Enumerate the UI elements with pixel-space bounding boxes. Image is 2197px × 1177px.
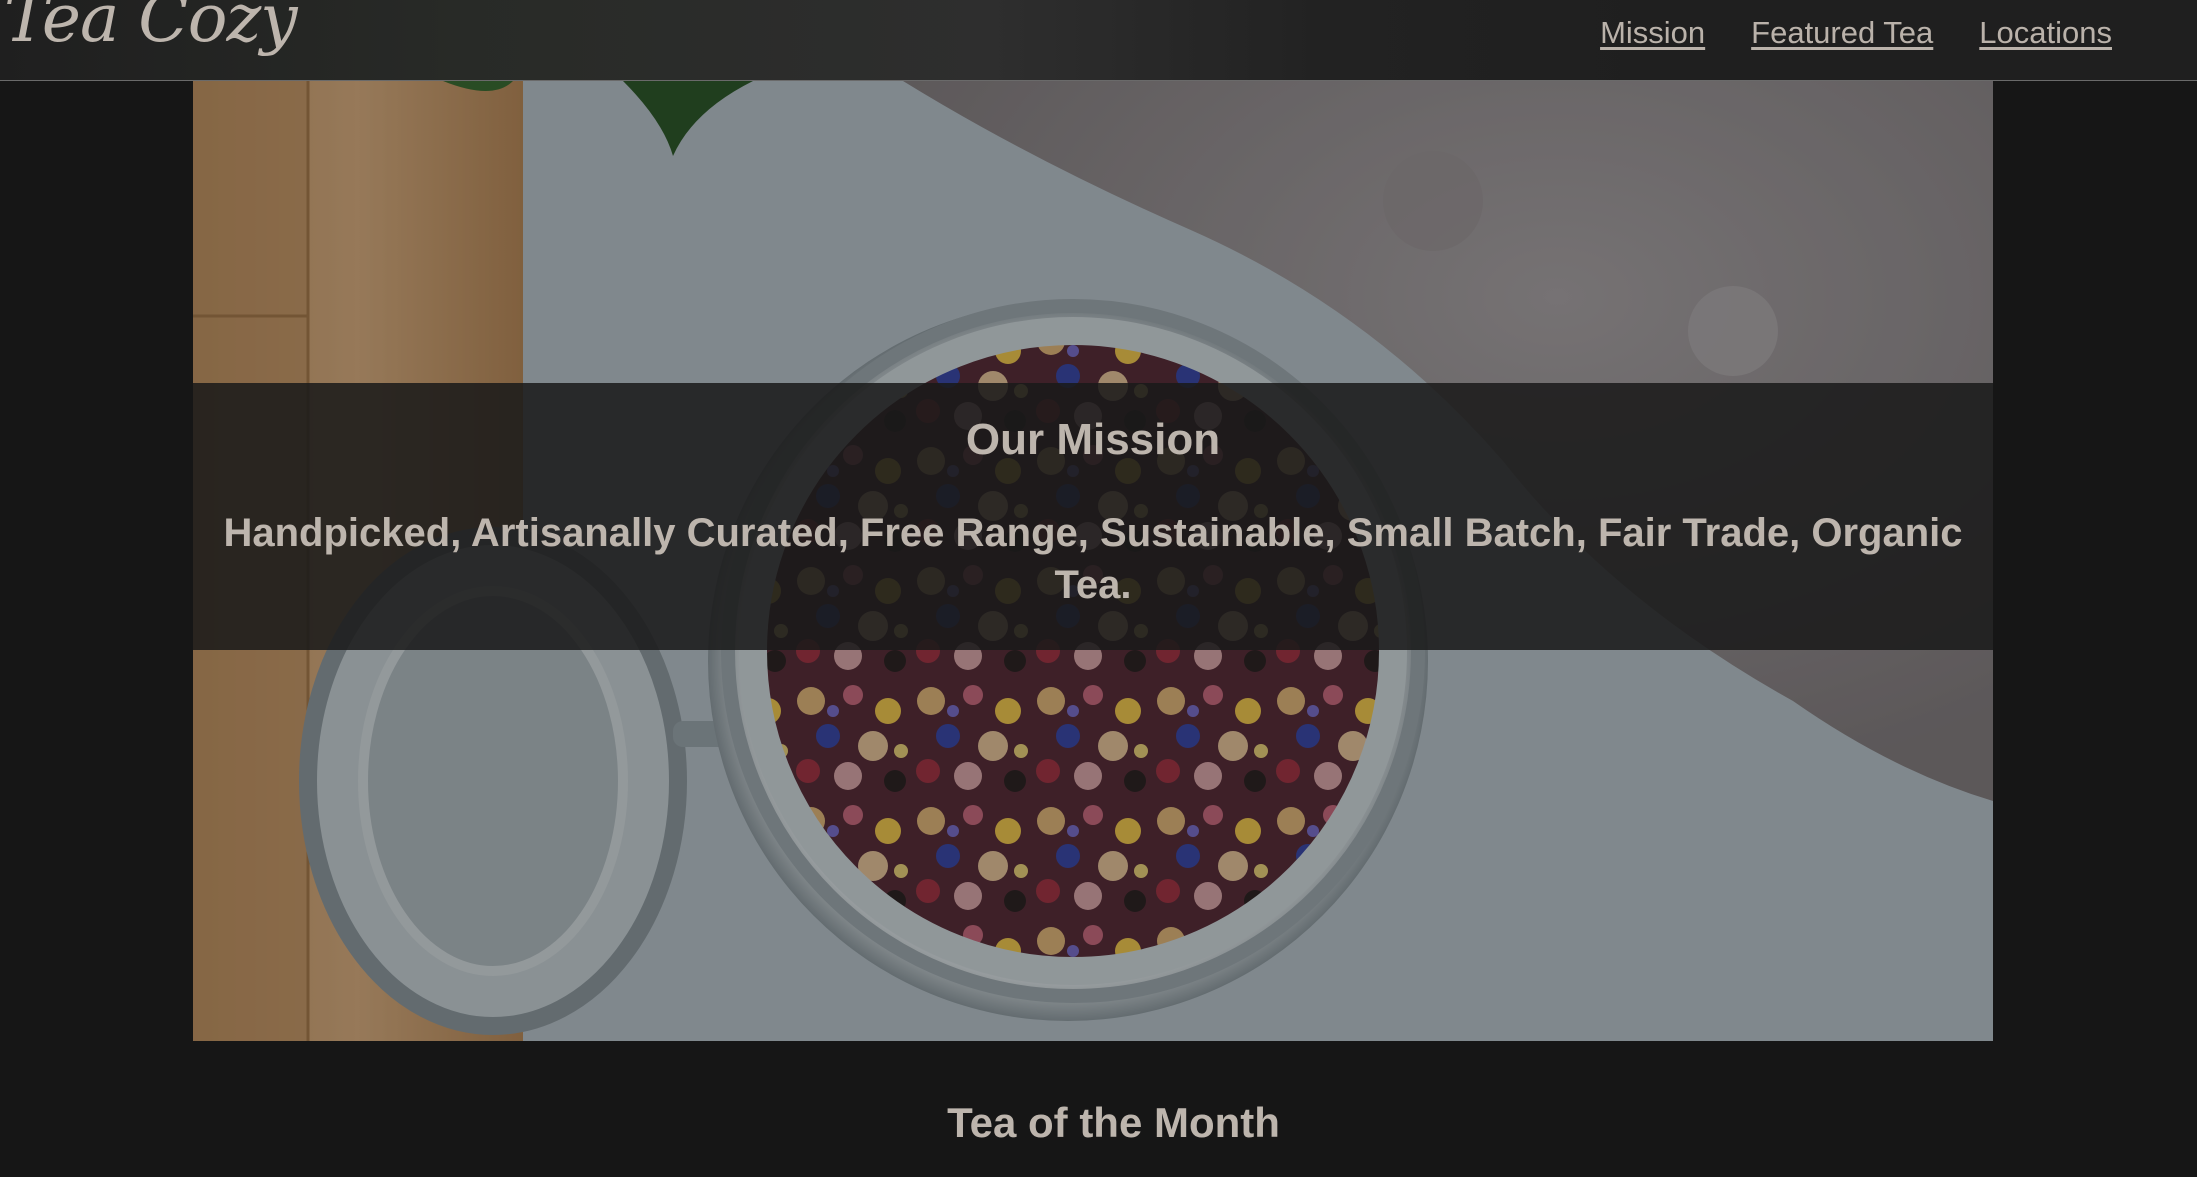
- mission-statement: Handpicked, Artisanally Curated, Free Ra…: [223, 511, 1963, 608]
- nav-link-featured-tea[interactable]: Featured Tea: [1751, 15, 1933, 51]
- site-logo[interactable]: Tea Cozy: [4, 0, 298, 52]
- mission-banner: Our Mission Handpicked, Artisanally Cura…: [193, 383, 1993, 650]
- site-header: Tea Cozy Mission Featured Tea Locations: [0, 0, 2197, 81]
- tea-of-the-month-heading: Tea of the Month: [947, 1099, 1280, 1146]
- mission-heading: Our Mission: [965, 415, 1221, 464]
- nav-link-locations[interactable]: Locations: [1979, 15, 2112, 51]
- mission-hero: Our Mission Handpicked, Artisanally Cura…: [193, 81, 1993, 1041]
- nav-link-mission[interactable]: Mission: [1600, 15, 1705, 51]
- main-nav: Mission Featured Tea Locations: [1600, 15, 2112, 51]
